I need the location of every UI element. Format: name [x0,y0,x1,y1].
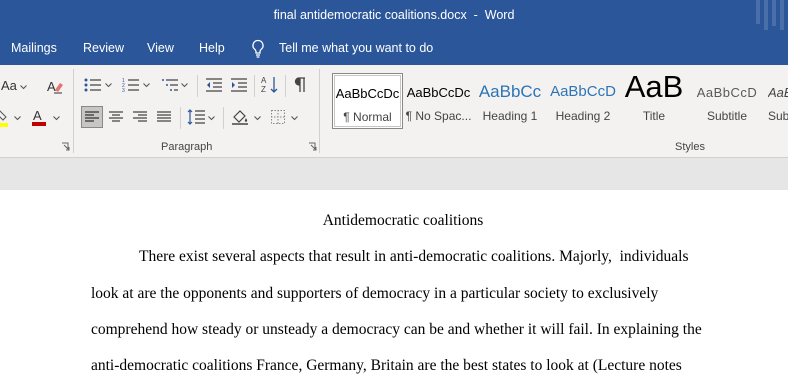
document-top-margin [0,158,788,190]
highlight-icon[interactable] [0,109,12,129]
group-divider [180,107,181,129]
clear-formatting-icon[interactable]: A [46,77,64,95]
window-controls[interactable] [754,0,788,33]
numbering-icon[interactable]: 1 2 3 [122,77,140,93]
show-hide-paragraph-icon[interactable] [293,77,307,93]
ribbon-tabs: Mailings Review View Help Tell me what y… [0,33,788,65]
chevron-down-icon[interactable] [254,116,261,121]
group-divider [73,69,74,153]
bullets-icon[interactable] [84,77,102,93]
style-preview: AaBbCcDc [335,86,400,101]
chevron-down-icon[interactable] [291,116,298,121]
shading-icon[interactable] [231,108,249,126]
group-divider [223,107,224,129]
style-preview: AaBbCcD [550,83,616,100]
decrease-indent-icon[interactable] [205,77,223,93]
group-label-styles: Styles [675,141,705,153]
style-preview: AaB [624,69,684,104]
style-preview: AaBbCcDc [406,85,471,100]
align-center-icon[interactable] [109,111,123,123]
chevron-down-icon[interactable] [143,83,150,88]
increase-indent-icon[interactable] [230,77,248,93]
justify-icon[interactable] [157,111,171,123]
document-line: There exist several aspects that result … [139,248,689,265]
group-divider [285,75,286,97]
style-name: Title [642,109,666,123]
document-line: comprehend how steady or unsteady a demo… [91,321,702,338]
style-name: Heading 2 [555,109,611,123]
style-no-spacing[interactable]: AaBbCcDc ¶ No Spac... [405,73,472,129]
align-right-icon[interactable] [133,111,147,123]
style-normal[interactable]: AaBbCcDc ¶ Normal [332,73,403,129]
chevron-down-icon[interactable] [14,116,21,121]
style-preview: AaBbCcD [696,85,758,100]
svg-text:A: A [33,108,42,123]
style-subtitle[interactable]: AaBbCcD Subtitle [694,73,760,129]
align-left-button[interactable] [81,106,103,128]
style-preview: AaBbCc [478,82,542,101]
chevron-down-icon[interactable] [53,116,60,121]
tab-view[interactable]: View [147,41,174,55]
svg-text:3: 3 [122,88,125,93]
style-title[interactable]: AaB Title [621,69,687,129]
lightbulb-icon[interactable] [251,39,265,59]
style-name: Heading 1 [482,109,538,123]
chevron-down-icon[interactable] [20,85,27,90]
group-label-paragraph: Paragraph [161,141,213,153]
style-subtle-emphasis[interactable]: AaBl Sub [766,73,788,129]
sort-icon[interactable]: A Z [261,75,279,95]
document-line: look at are the opponents and supporters… [91,285,659,302]
title-bar: final antidemocratic coalitions.docx - W… [0,0,788,33]
document-page[interactable]: Antidemocratic coalitions There exist se… [0,190,788,386]
paragraph-dialog-launcher-icon[interactable] [308,142,317,151]
font-color-icon[interactable]: A [31,108,47,128]
ribbon: Aa A A 1 2 3 A Z Paragraph AaBbCcDc ¶ No… [0,65,788,158]
style-name: ¶ Normal [343,110,392,124]
svg-text:A: A [261,76,267,85]
tab-help[interactable]: Help [199,41,225,55]
style-name: ¶ No Spac... [405,109,472,123]
style-name: Sub [768,109,788,123]
style-name: Subtitle [706,109,748,123]
tab-mailings[interactable]: Mailings [11,41,57,55]
svg-text:Z: Z [261,85,266,94]
borders-icon[interactable] [271,110,285,124]
chevron-down-icon[interactable] [105,83,112,88]
chevron-down-icon[interactable] [181,83,188,88]
group-divider [319,69,320,153]
tell-me-search[interactable]: Tell me what you want to do [279,41,433,55]
font-dialog-launcher-icon[interactable] [61,142,70,151]
tab-review[interactable]: Review [83,41,124,55]
group-divider [197,75,198,97]
document-line: anti-democratic coalitions France, Germa… [91,357,682,374]
multilevel-list-icon[interactable] [161,77,179,93]
line-spacing-icon[interactable] [187,108,205,126]
style-heading-1[interactable]: AaBbCc Heading 1 [477,73,543,129]
group-divider [254,75,255,97]
style-preview: AaBl [768,85,788,100]
window-title: final antidemocratic coalitions.docx - W… [273,8,515,22]
document-title: Antidemocratic coalitions [322,212,484,229]
svg-text:A: A [47,79,56,94]
chevron-down-icon[interactable] [208,116,215,121]
style-heading-2[interactable]: AaBbCcD Heading 2 [550,73,616,129]
change-case-button[interactable]: Aa [1,78,17,93]
align-left-icon [85,111,99,122]
